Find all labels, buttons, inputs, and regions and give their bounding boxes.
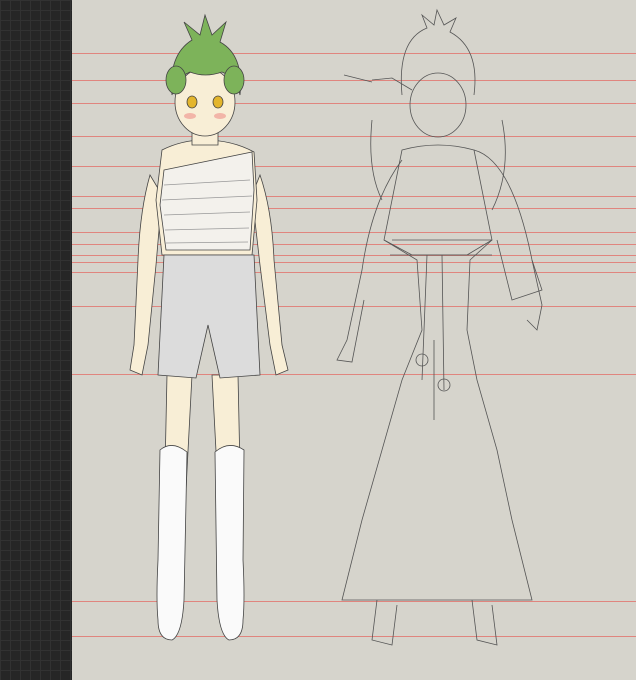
outfit-lineart-figure [336,8,543,646]
base-model-figure [129,13,289,641]
figure-layer [129,8,543,646]
layers-panel [0,0,72,680]
drawing-canvas[interactable] [72,0,636,680]
